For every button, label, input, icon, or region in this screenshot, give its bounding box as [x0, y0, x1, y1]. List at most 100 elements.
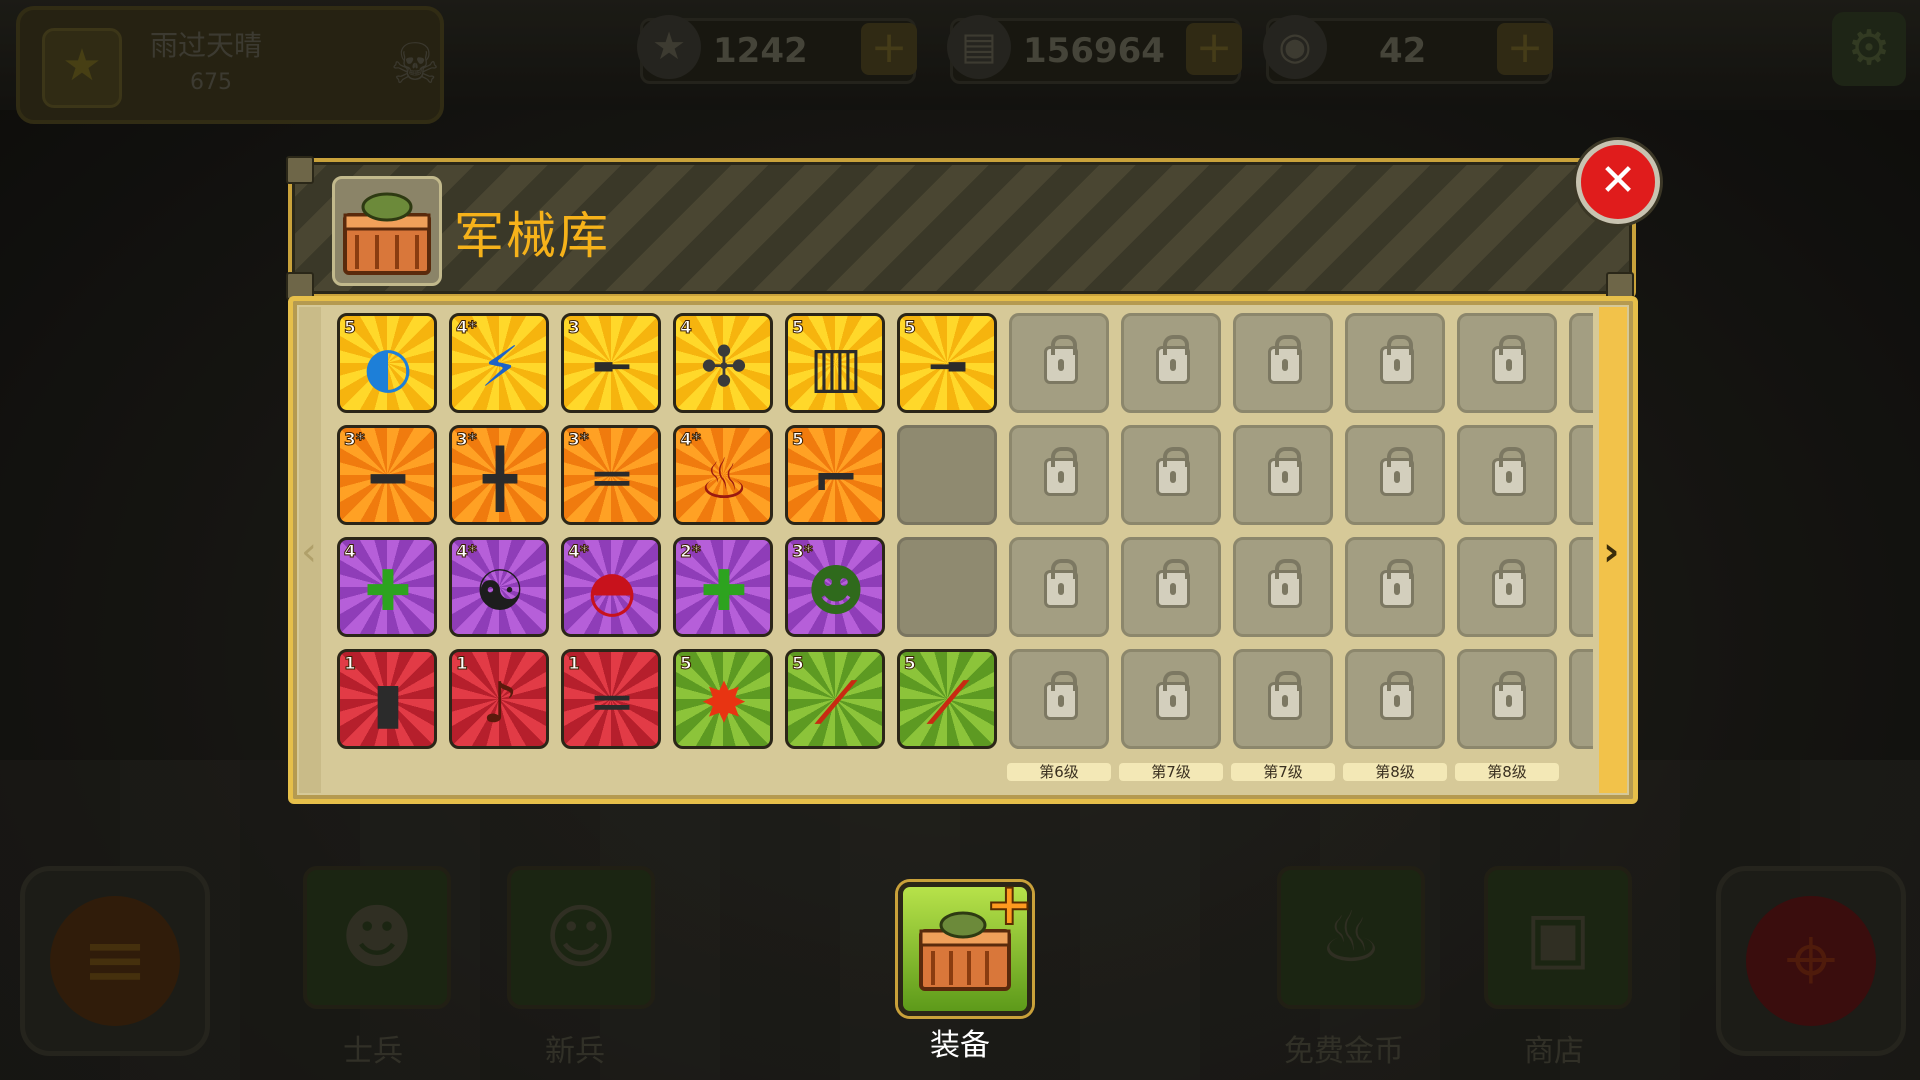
armory-title: 军械库	[454, 207, 610, 265]
lock-icon	[1380, 335, 1414, 384]
locked-slot[interactable]	[1569, 313, 1593, 413]
locked-slot[interactable]	[1457, 313, 1557, 413]
close-icon: ✕	[1599, 155, 1637, 206]
pump-shotgun-icon: ═	[595, 671, 629, 736]
equipment-slot[interactable]: 5 ▥	[785, 313, 885, 413]
shield-soldier-icon: ◐	[363, 335, 413, 400]
lock-icon	[1492, 671, 1526, 720]
empty-slot[interactable]	[897, 425, 997, 525]
equipment-slot[interactable]: 5 ✸	[673, 649, 773, 749]
equipment-slot[interactable]: 4* ⚡	[449, 313, 549, 413]
locked-slot[interactable]	[1009, 537, 1109, 637]
equipment-slot[interactable]: 4* ♨	[673, 425, 773, 525]
locked-slot[interactable]	[1233, 649, 1333, 749]
lock-icon	[1380, 559, 1414, 608]
locked-slot[interactable]	[1009, 649, 1109, 749]
red-helmet-icon: ◓	[587, 559, 637, 624]
equipment-slot[interactable]: 5 ◐	[337, 313, 437, 413]
locked-slot[interactable]	[1457, 649, 1557, 749]
equipment-slot[interactable]: 2* ✚	[673, 537, 773, 637]
lock-icon	[1156, 559, 1190, 608]
unlock-level-label: 第8级	[1343, 763, 1447, 781]
equipment-slot[interactable]: 4* ☯	[449, 537, 549, 637]
lock-icon	[1492, 559, 1526, 608]
locked-slot[interactable]	[1457, 425, 1557, 525]
lock-icon	[1268, 671, 1302, 720]
equipment-slot[interactable]: 3* ━	[337, 425, 437, 525]
locked-slot[interactable]	[1121, 425, 1221, 525]
locked-slot[interactable]	[1345, 425, 1445, 525]
locked-slot[interactable]	[1121, 313, 1221, 413]
locked-slot[interactable]	[1233, 425, 1333, 525]
lock-icon	[1044, 559, 1078, 608]
locked-slot[interactable]	[1233, 537, 1333, 637]
lock-icon	[1492, 335, 1526, 384]
lock-icon	[1044, 671, 1078, 720]
empty-slot[interactable]	[897, 537, 997, 637]
unlock-level-label: 第6级	[1007, 763, 1111, 781]
lock-icon	[1268, 335, 1302, 384]
laser-mine-icon: ⟋	[816, 671, 856, 736]
locked-slot[interactable]	[1345, 313, 1445, 413]
equipment-label: 装备	[930, 1028, 990, 1063]
equipment-slot[interactable]: 4 ✣	[673, 313, 773, 413]
lock-icon	[1492, 447, 1526, 496]
locked-slot[interactable]	[1569, 649, 1593, 749]
machine-gun-icon: ╋	[483, 447, 517, 512]
close-button[interactable]: ✕	[1576, 140, 1660, 224]
lock-icon	[1044, 447, 1078, 496]
equipment-slot[interactable]: 5 ╼	[897, 313, 997, 413]
equipment-slot[interactable]: 4* ◓	[561, 537, 661, 637]
equipment-slot[interactable]: 1 ▮	[337, 649, 437, 749]
scroll-right-button[interactable]: ›	[1603, 529, 1619, 575]
soldier-hat-icon: ☻	[806, 559, 866, 624]
equipment-slot[interactable]: 1 ♪	[449, 649, 549, 749]
armory-crate-icon	[332, 176, 442, 286]
molotov-icon: ♨	[698, 447, 750, 512]
corner-bolt-icon	[286, 156, 314, 184]
armory-header: 军械库	[288, 158, 1636, 298]
equipment-slot[interactable]: 5 ⟋	[785, 649, 885, 749]
equipment-button[interactable]: +	[898, 874, 1035, 1016]
lock-icon	[1156, 671, 1190, 720]
sniper-rifle-icon: ━	[371, 447, 405, 512]
scroll-left-button[interactable]: ‹	[301, 529, 317, 575]
locked-slot[interactable]	[1009, 313, 1109, 413]
green-flame-plus-icon: ✚	[364, 559, 412, 624]
equipment-grid: 5 ◐ 4* ⚡ 3 ╾ 4 ✣ 5 ▥ 5 ╼ 3* ━ 3* ╋ 3* ═ 4* ♨ 5 ⌐ 4 ✚ 4* ☯ 4* ◓ 2* ✚ 3*…	[337, 313, 1593, 787]
lock-icon	[1268, 559, 1302, 608]
lock-icon	[1044, 335, 1078, 384]
guitar-icon: ♪	[482, 671, 518, 736]
unlock-level-label: 第7级	[1119, 763, 1223, 781]
locked-slot[interactable]	[1569, 537, 1593, 637]
equipment-slot[interactable]: 4 ✚	[337, 537, 437, 637]
armory-panel: ‹ › 5 ◐ 4* ⚡ 3 ╾ 4 ✣ 5 ▥ 5 ╼ 3* ━ 3* ╋ 3* ═ 4* ♨ 5 ⌐ 4 ✚ 4* ☯ 4* ◓ 2…	[288, 296, 1638, 804]
equipment-slot[interactable]: 1 ═	[561, 649, 661, 749]
equipment-slot[interactable]: 3* ═	[561, 425, 661, 525]
locked-slot[interactable]	[1233, 313, 1333, 413]
lock-icon	[1156, 447, 1190, 496]
flare-pistol-icon: ⌐	[812, 447, 860, 512]
equipment-slot[interactable]: 3 ╾	[561, 313, 661, 413]
laser-mine-icon: ⟋	[928, 671, 968, 736]
gatling-icon: ▥	[809, 335, 863, 400]
locked-slot[interactable]	[1345, 649, 1445, 749]
lock-icon	[1380, 447, 1414, 496]
equipment-slot[interactable]: 3* ☻	[785, 537, 885, 637]
equipment-slot[interactable]: 5 ⟋	[897, 649, 997, 749]
equipment-slot[interactable]: 5 ⌐	[785, 425, 885, 525]
locked-slot[interactable]	[1569, 425, 1593, 525]
shotgun-icon: ═	[595, 447, 629, 512]
lock-icon	[1268, 447, 1302, 496]
equipment-slot[interactable]: 3* ╋	[449, 425, 549, 525]
locked-slot[interactable]	[1345, 537, 1445, 637]
drone-icon: ✣	[700, 335, 748, 400]
lock-icon	[1156, 335, 1190, 384]
locked-slot[interactable]	[1121, 649, 1221, 749]
locked-slot[interactable]	[1121, 537, 1221, 637]
unlock-level-label: 第8级	[1455, 763, 1559, 781]
locked-slot[interactable]	[1009, 425, 1109, 525]
assault-rifle-icon: ╼	[931, 335, 965, 400]
locked-slot[interactable]	[1457, 537, 1557, 637]
battery-launcher-icon: ▮	[372, 671, 404, 736]
